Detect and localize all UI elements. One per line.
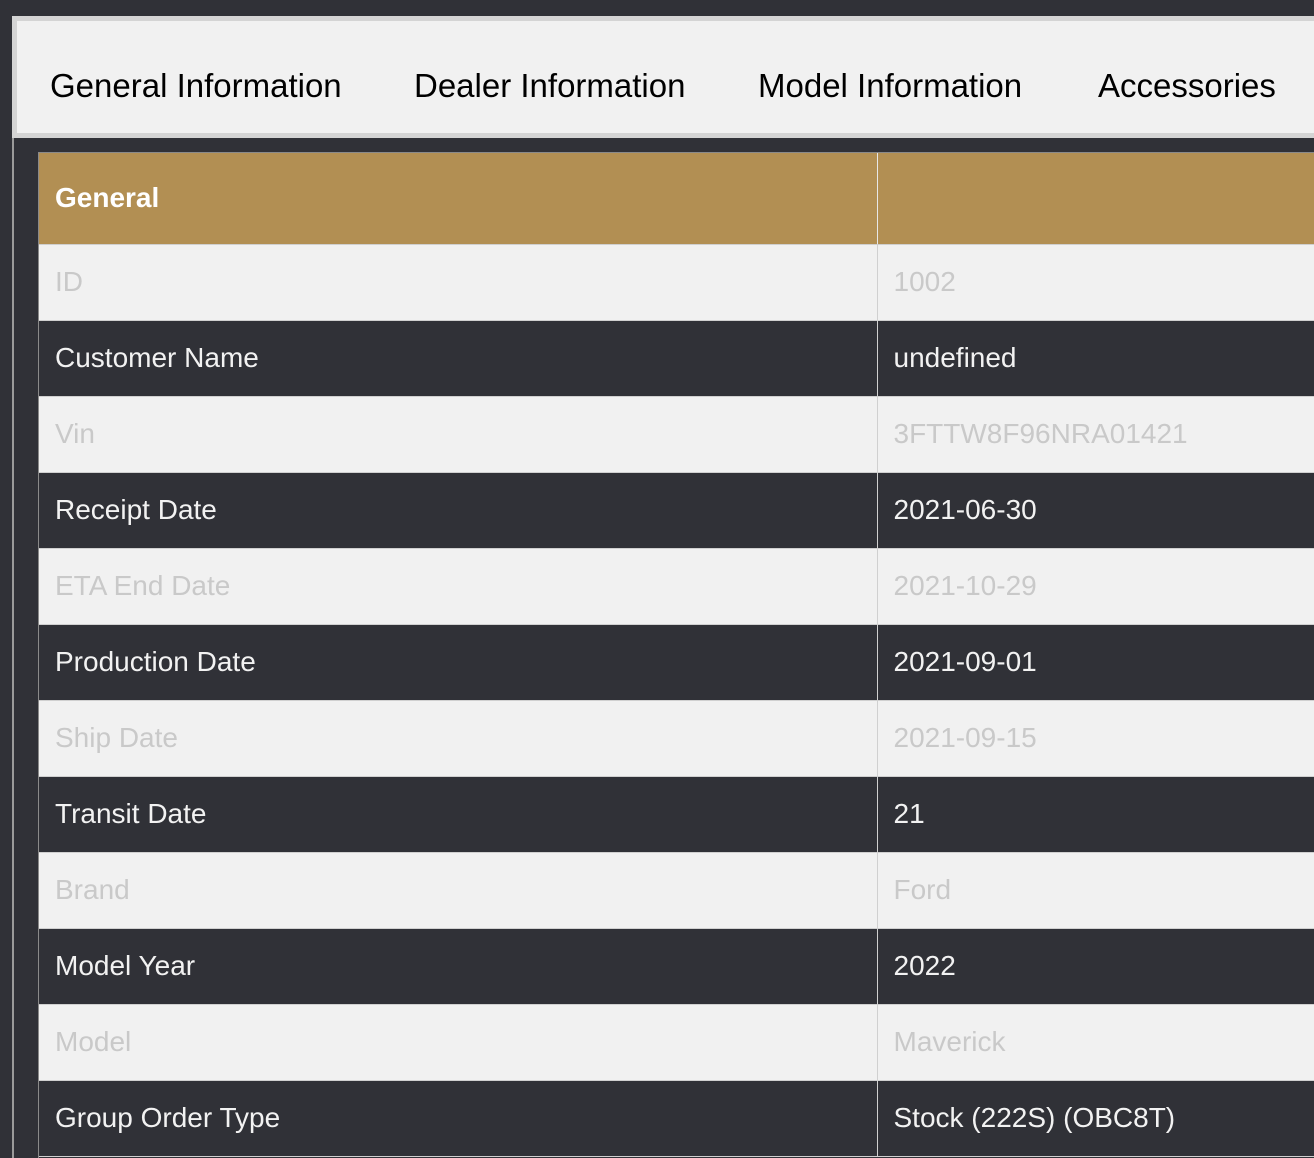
table-row-eta-end-date: ETA End Date 2021-10-29 <box>39 548 1314 625</box>
row-value: 2021-10-29 <box>877 548 1314 625</box>
row-label: Production Date <box>39 624 878 701</box>
table-header-row: General <box>39 153 1314 245</box>
tab-bar: General Information Dealer Information M… <box>12 16 1314 138</box>
row-value: 3FTTW8F96NRA01421 <box>877 396 1314 473</box>
section-value-header <box>877 153 1314 245</box>
row-label: Transit Date <box>39 776 878 853</box>
row-value: undefined <box>877 320 1314 397</box>
table-row-group-order-type: Group Order Type Stock (222S) (OBC8T) <box>39 1080 1314 1157</box>
row-value: 2022 <box>877 928 1314 1005</box>
table-row-ship-date: Ship Date 2021-09-15 <box>39 700 1314 777</box>
row-value: 21 <box>877 776 1314 853</box>
row-label: Customer Name <box>39 320 878 397</box>
row-value: Stock (222S) (OBC8T) <box>877 1080 1314 1157</box>
row-value: 1002 <box>877 244 1314 321</box>
row-label: Brand <box>39 852 878 929</box>
row-label: Model Year <box>39 928 878 1005</box>
tab-model-information[interactable]: Model Information <box>758 21 1022 133</box>
details-table: General ID 1002 Customer Name undefined … <box>39 153 1314 1157</box>
row-value: 2021-09-15 <box>877 700 1314 777</box>
table-row-model: Model Maverick <box>39 1004 1314 1081</box>
table-row-transit-date: Transit Date 21 <box>39 776 1314 853</box>
table-row-vin: Vin 3FTTW8F96NRA01421 <box>39 396 1314 473</box>
row-label: Model <box>39 1004 878 1081</box>
tab-accessories[interactable]: Accessories <box>1098 21 1276 133</box>
row-value: 2021-09-01 <box>877 624 1314 701</box>
row-value: Ford <box>877 852 1314 929</box>
content-panel-border <box>12 138 14 1158</box>
table-row-model-year: Model Year 2022 <box>39 928 1314 1005</box>
row-value: Maverick <box>877 1004 1314 1081</box>
table-row-brand: Brand Ford <box>39 852 1314 929</box>
row-label: Receipt Date <box>39 472 878 549</box>
tab-general-information[interactable]: General Information <box>50 21 342 133</box>
details-table-container: General ID 1002 Customer Name undefined … <box>38 152 1314 1158</box>
row-label: Ship Date <box>39 700 878 777</box>
row-label: Group Order Type <box>39 1080 878 1157</box>
table-row-id: ID 1002 <box>39 244 1314 321</box>
row-value: 2021-06-30 <box>877 472 1314 549</box>
row-label: ETA End Date <box>39 548 878 625</box>
row-label: ID <box>39 244 878 321</box>
row-label: Vin <box>39 396 878 473</box>
tab-dealer-information[interactable]: Dealer Information <box>414 21 685 133</box>
section-title: General <box>39 153 878 245</box>
table-row-customer-name: Customer Name undefined <box>39 320 1314 397</box>
table-row-production-date: Production Date 2021-09-01 <box>39 624 1314 701</box>
table-row-receipt-date: Receipt Date 2021-06-30 <box>39 472 1314 549</box>
